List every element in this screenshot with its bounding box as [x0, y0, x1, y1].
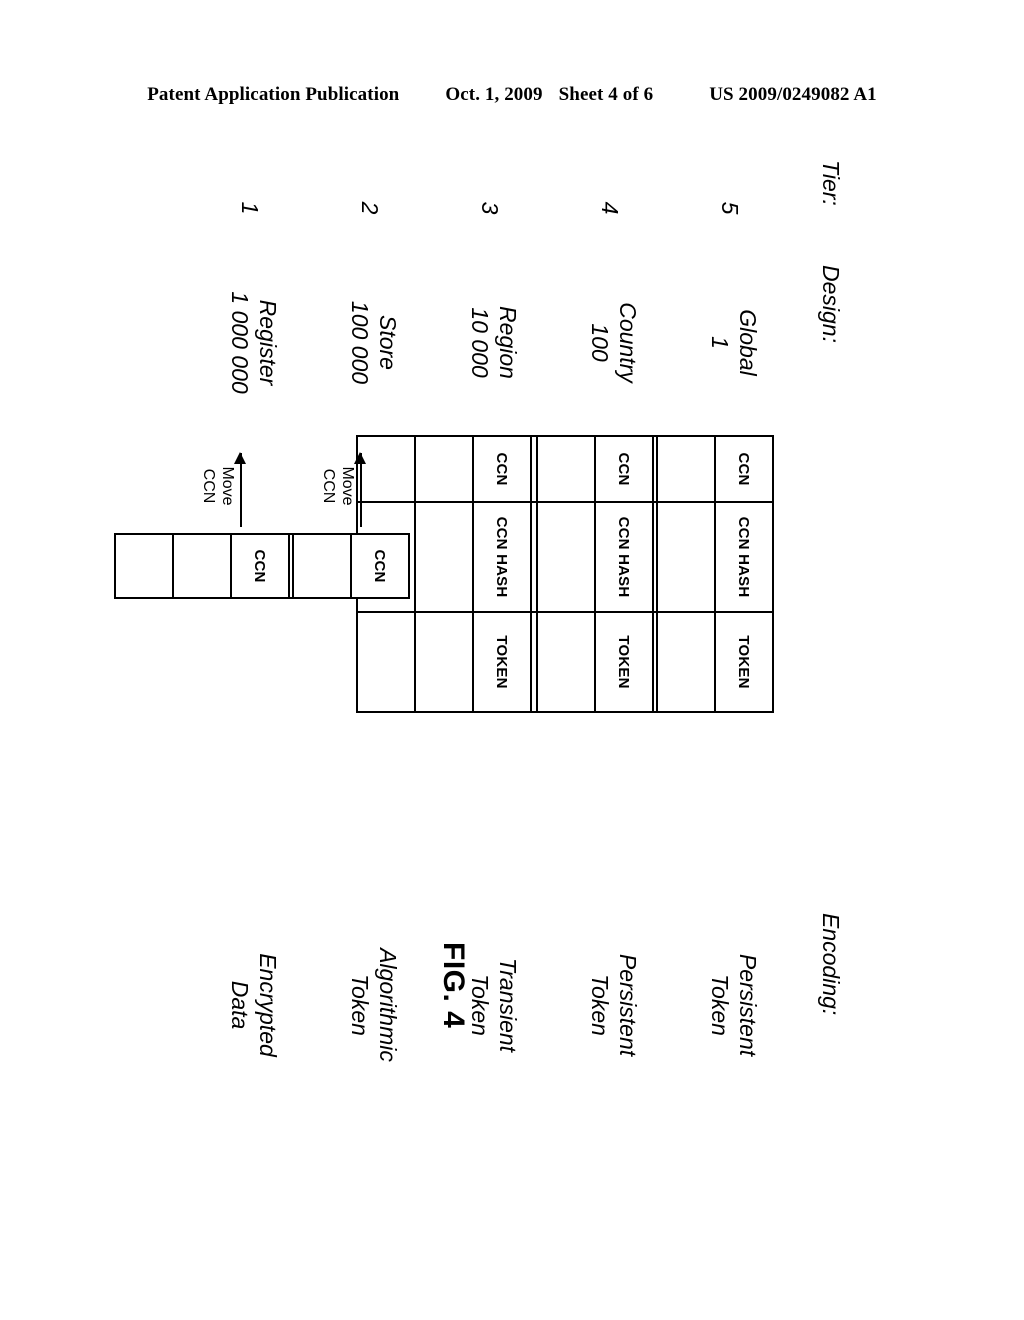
design-name-store: Store — [375, 315, 401, 370]
tier5-header-ccn-hash: CCN HASH — [716, 501, 772, 611]
tier-number-2: 2 — [357, 201, 383, 215]
tier-number-1: 1 — [237, 201, 263, 215]
tier3-cell-ccn-hash-r1 — [416, 501, 472, 611]
tier5-header-ccn: CCN — [735, 452, 753, 486]
design-count-register: 1 000 000 — [226, 291, 253, 394]
design-name-register: Register — [255, 299, 281, 386]
encoding-tier3-line1: Transient — [495, 957, 521, 1053]
header-sheet: Sheet 4 of 6 — [558, 84, 654, 105]
encoding-tier4-line2: Token — [586, 974, 613, 1036]
table-row: CCN — [352, 535, 408, 597]
design-name-global: Global — [735, 309, 761, 376]
tier3-header-ccn: CCN — [493, 452, 511, 486]
tier3-header-token: TOKEN — [474, 611, 530, 711]
encoding-tier4-line1: Persistent — [615, 953, 641, 1057]
table-row — [538, 437, 596, 711]
encoding-cell-tier1: Encrypted Data — [226, 905, 282, 1105]
tier-number-5: 5 — [717, 201, 743, 215]
design-count-store: 100 000 — [346, 300, 373, 385]
design-cell-tier1: Register 1 000 000 — [226, 255, 282, 430]
diagram-column: CCN CCN HASH TOKEN Move CCN Copy T — [114, 415, 862, 915]
tier4-cell-ccn-r1 — [538, 437, 594, 501]
table-row: CCN CCN HASH TOKEN — [474, 437, 530, 711]
tier5-cell-ccn-r1 — [658, 437, 714, 501]
encoding-tier1-line2: Data — [226, 980, 253, 1030]
tier1-cell-ccn-r1 — [174, 535, 230, 597]
tier3-cell-token-r1 — [416, 611, 472, 711]
tier4-header-ccn-hash: CCN HASH — [596, 501, 652, 611]
design-count-global: 1 — [706, 336, 733, 349]
encoding-cell-tier3: Transient Token — [466, 905, 522, 1105]
header-date: Oct. 1, 2009 — [445, 84, 543, 105]
tier-column-header: Tier: — [818, 160, 844, 206]
tier3-header-ccn-hash: CCN HASH — [474, 501, 530, 611]
tier4-cell-token-r1 — [538, 611, 594, 711]
encoding-column: Encoding: Persistent Token Persistent To… — [162, 905, 862, 1160]
design-cell-tier2: Store 100 000 — [346, 255, 402, 430]
design-cell-tier4: Country 100 — [586, 255, 642, 430]
table-row: CCN CCN HASH TOKEN — [716, 437, 772, 711]
tier1-table: CCN — [114, 533, 290, 599]
tier4-header-token: TOKEN — [596, 611, 652, 711]
encoding-column-header: Encoding: — [818, 913, 844, 1016]
table-row: CCN CCN HASH TOKEN — [596, 437, 652, 711]
design-cell-tier3: Region 10 000 — [466, 255, 522, 430]
table-row — [294, 535, 352, 597]
tier5-header-token: TOKEN — [716, 611, 772, 711]
tier2-header-ccn: CCN — [371, 549, 389, 583]
page-header: Patent Application Publication Oct. 1, 2… — [0, 84, 1024, 106]
tier1-header-ccn: CCN — [251, 549, 269, 583]
design-name-region: Region — [495, 306, 521, 379]
table-row — [416, 437, 474, 711]
table-row — [658, 437, 716, 711]
tier4-cell-ccn-hash-r1 — [538, 501, 594, 611]
arrow-label-move-ccn-2-to-3: Move CCN — [320, 466, 356, 506]
tier4-header-ccn: CCN — [615, 452, 633, 486]
encoding-tier1-line1: Encrypted — [255, 953, 281, 1057]
arrow-move-ccn-2-to-3 — [360, 453, 362, 527]
encoding-tier5-line1: Persistent — [735, 953, 761, 1057]
table-row — [116, 535, 174, 597]
tier2-cell-ccn-r1 — [294, 535, 350, 597]
encoding-tier5-line2: Token — [706, 974, 733, 1036]
tier-number-4: 4 — [597, 201, 623, 215]
encoding-tier2-line2: Token — [346, 974, 373, 1036]
encoding-cell-tier4: Persistent Token — [586, 905, 642, 1105]
design-count-region: 10 000 — [466, 307, 493, 378]
arrow-move-ccn-1-to-2 — [240, 453, 242, 527]
tier3-cell-token-r2 — [358, 611, 414, 711]
tier5-cell-ccn-hash-r1 — [658, 501, 714, 611]
encoding-cell-tier5: Persistent Token — [706, 905, 762, 1105]
encoding-tier3-line2: Token — [466, 974, 493, 1036]
tier3-cell-ccn-r2 — [358, 437, 414, 501]
encoding-cell-tier2: Algorithmic Token — [346, 905, 402, 1105]
design-column: Design: Global 1 Country 100 Region 10 0… — [162, 255, 862, 430]
tier1-cell-ccn-r2 — [116, 535, 172, 597]
table-row — [174, 535, 232, 597]
design-column-header: Design: — [818, 265, 844, 343]
design-name-country: Country — [615, 302, 641, 383]
header-patent-number: US 2009/0249082 A1 — [709, 84, 877, 105]
encoding-tier2-line1: Algorithmic — [375, 948, 401, 1062]
arrow-label-move-ccn-1-to-2: Move CCN — [200, 466, 236, 506]
tier5-cell-token-r1 — [658, 611, 714, 711]
table-row: CCN — [232, 535, 288, 597]
header-publication: Patent Application Publication — [147, 84, 400, 105]
figure-4: Tier: 5 4 3 2 1 Design: Global 1 Country… — [114, 160, 862, 1160]
design-count-country: 100 — [586, 323, 613, 362]
tier-number-3: 3 — [477, 201, 503, 215]
design-cell-tier5: Global 1 — [706, 255, 762, 430]
figure-caption: FIG. 4 — [437, 942, 470, 1029]
tier3-cell-ccn-r1 — [416, 437, 472, 501]
